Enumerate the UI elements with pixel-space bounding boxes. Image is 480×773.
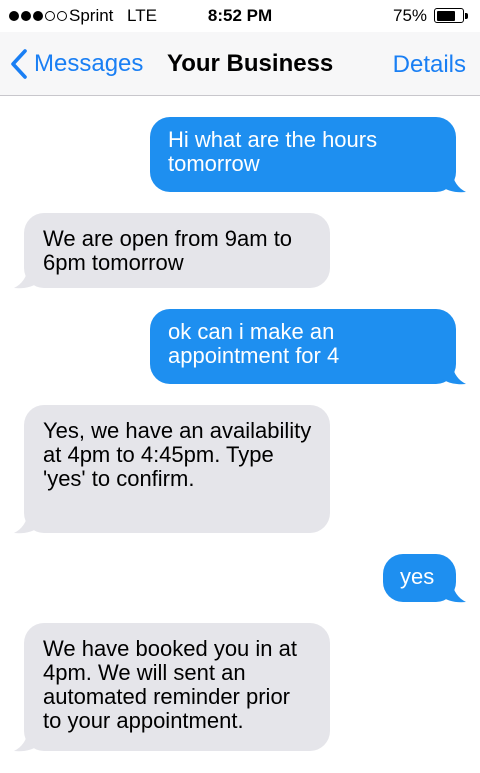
battery-percentage: 75% [393, 6, 428, 25]
status-bar: Sprint LTE 8:52 PM 75% [0, 0, 480, 32]
message-text: Yes, we have an availability at 4pm to 4… [43, 418, 312, 491]
bubble-tail [436, 581, 466, 603]
received-message-bubble[interactable]: Yes, we have an availability at 4pm to 4… [14, 405, 330, 534]
sent-message-bubble[interactable]: Hi what are the hours tomorrow [150, 117, 466, 193]
chevron-left-icon [11, 49, 27, 79]
back-button-label: Messages [34, 50, 144, 77]
bubble-tail [14, 267, 44, 289]
received-message-bubble[interactable]: We have booked you in at 4pm. We will se… [14, 623, 330, 752]
received-message-bubble[interactable]: We are open from 9am to 6pm tomorrow [14, 213, 330, 289]
message-text: ok can i make an appointment for 4 [168, 319, 340, 368]
bubble-tail [436, 363, 466, 385]
battery-icon [434, 8, 468, 23]
back-button[interactable]: Messages [10, 46, 143, 82]
battery-fill [436, 10, 456, 21]
sent-message-bubble[interactable]: yes [383, 554, 466, 603]
details-button[interactable]: Details [393, 51, 466, 79]
bubble-tail [14, 730, 44, 752]
message-text: yes [400, 564, 435, 589]
conversation-title: Your Business [167, 50, 334, 77]
bubble-tail [14, 512, 44, 534]
message-text: We have booked you in at 4pm. We will se… [43, 636, 297, 733]
navigation-bar: Messages Your Business Details [0, 32, 480, 96]
message-text: We are open from 9am to 6pm tomorrow [43, 226, 293, 275]
message-text: Hi what are the hours tomorrow [168, 127, 378, 176]
sent-message-bubble[interactable]: ok can i make an appointment for 4 [150, 309, 466, 385]
bubble-tail [436, 171, 466, 193]
